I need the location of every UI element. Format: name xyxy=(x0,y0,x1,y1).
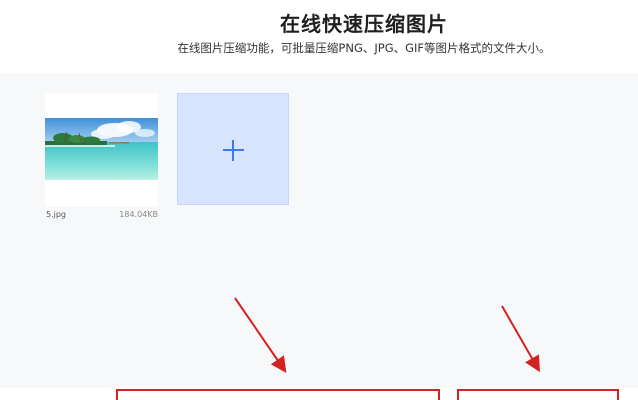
add-image-button[interactable] xyxy=(177,93,289,205)
annotation-highlight-box-right xyxy=(457,389,619,400)
file-size: 184.04KB xyxy=(119,210,158,219)
page: 在线快速压缩图片 在线图片压缩功能，可批量压缩PNG、JPG、GIF等图片格式的… xyxy=(0,0,638,400)
beach-image-thumbnail xyxy=(45,118,158,180)
page-subtitle: 在线图片压缩功能，可批量压缩PNG、JPG、GIF等图片格式的文件大小。 xyxy=(177,41,551,55)
image-thumbnail-card[interactable] xyxy=(45,93,158,206)
page-title: 在线快速压缩图片 xyxy=(280,12,448,36)
file-name: 5.jpg xyxy=(46,210,67,219)
annotation-highlight-box-left xyxy=(116,389,440,400)
